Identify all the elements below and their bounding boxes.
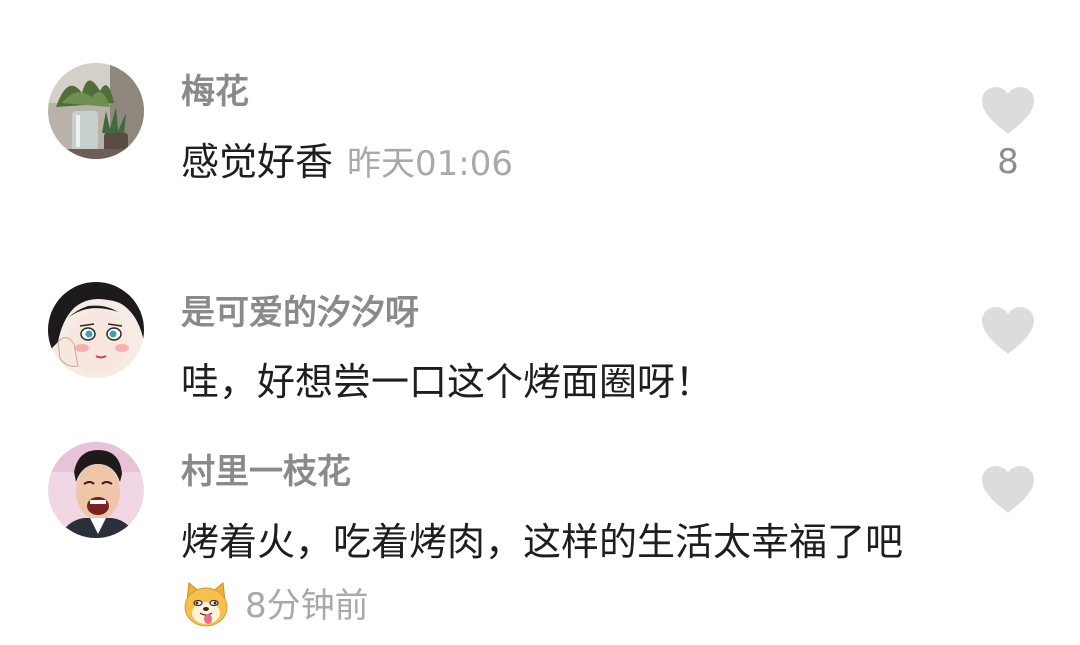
avatar[interactable] [48, 282, 144, 378]
comment-body: 烤着火，吃着烤肉，这样的生活太幸福了吧 [181, 520, 904, 564]
like-button[interactable]: 8 [978, 86, 1038, 182]
comment-item: 梅花 感觉好香 昨天01:06 8 [0, 0, 1080, 240]
comment-body: 哇，好想尝一口这个烤面圈呀！ [181, 360, 714, 404]
username[interactable]: 梅花 [181, 70, 249, 114]
comment-text: 哇，好想尝一口这个烤面圈呀！ [181, 351, 921, 413]
anime-girl-portrait-icon [48, 282, 144, 378]
heart-icon [982, 87, 1034, 134]
laughing-man-photo-icon [48, 442, 144, 538]
flower-pot-photo-icon [48, 63, 144, 159]
like-button[interactable] [978, 306, 1038, 356]
heart-icon [982, 466, 1034, 513]
avatar[interactable] [48, 63, 144, 159]
comment-body: 感觉好香 [181, 140, 334, 184]
username[interactable]: 村里一枝花 [181, 450, 351, 494]
doge-emoji-icon [184, 582, 228, 627]
comment-time: 8分钟前 [245, 586, 369, 626]
heart-icon [982, 307, 1034, 354]
comment-item: 是可爱的汐汐呀 哇，好想尝一口这个烤面圈呀！ [0, 240, 1080, 430]
avatar[interactable] [48, 442, 144, 538]
comment-text: 感觉好香 昨天01:06 [181, 131, 921, 195]
comment-text: 烤着火，吃着烤肉，这样的生活太幸福了吧 8分钟前 [181, 511, 921, 637]
comment-time: 昨天01:06 [347, 144, 513, 184]
like-button[interactable] [978, 465, 1038, 515]
comment-item: 村里一枝花 烤着火，吃着烤肉，这样的生活太幸福了吧 8分钟前 [0, 430, 1080, 645]
username[interactable]: 是可爱的汐汐呀 [181, 291, 419, 335]
like-count: 8 [997, 142, 1019, 182]
